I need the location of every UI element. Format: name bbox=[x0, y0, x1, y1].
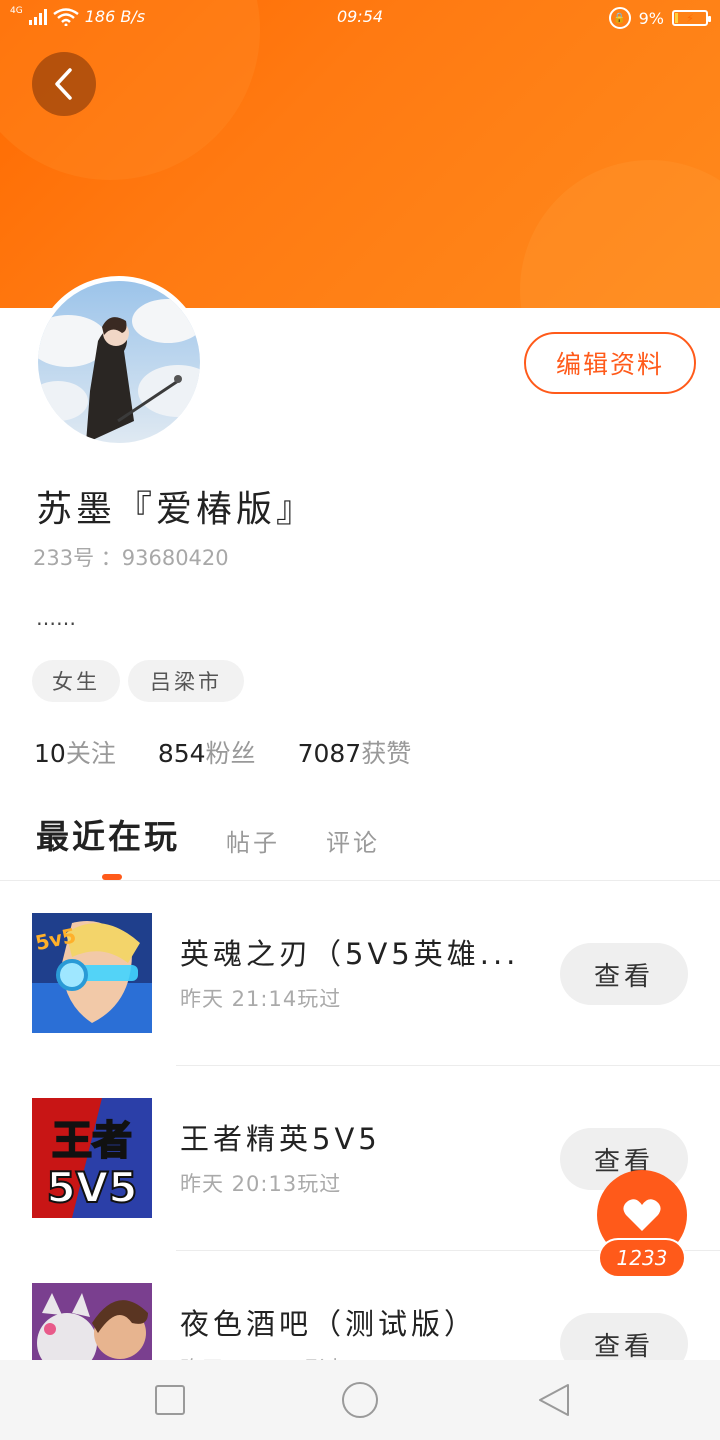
charging-icon: ⚡ bbox=[686, 11, 694, 25]
game-title: 王者精英5V5 bbox=[180, 1122, 381, 1156]
profile-tabs: 最近在玩 帖子 评论 bbox=[36, 810, 426, 858]
gender-tag: 女生 bbox=[32, 660, 120, 702]
list-item[interactable]: 5v5 英魂之刃（5V5英雄... 昨天 21:14玩过 查看 bbox=[0, 913, 720, 1097]
game-title: 英魂之刃（5V5英雄... bbox=[180, 937, 520, 971]
rotation-lock-icon: 🔒 bbox=[608, 7, 631, 29]
bio: …… bbox=[36, 606, 76, 630]
avatar[interactable] bbox=[33, 276, 205, 448]
tab-recent-played[interactable]: 最近在玩 bbox=[36, 810, 180, 858]
battery-icon: ⚡ bbox=[672, 10, 711, 26]
following-count: 10 bbox=[34, 739, 66, 768]
home-button[interactable] bbox=[340, 1380, 380, 1420]
nickname: 苏墨『爱椿版』 bbox=[36, 489, 317, 530]
divider bbox=[176, 1065, 720, 1066]
avatar-image bbox=[38, 281, 200, 443]
likes-count: 7087 bbox=[297, 739, 362, 768]
followers-label: 粉丝 bbox=[205, 739, 256, 768]
battery-percent: 9% bbox=[638, 8, 664, 28]
recent-apps-button[interactable] bbox=[152, 1382, 188, 1418]
city-tag: 吕梁市 bbox=[128, 660, 244, 702]
user-id: 233号 ：93680420 bbox=[33, 546, 229, 570]
tab-posts[interactable]: 帖子 bbox=[226, 823, 280, 858]
view-button[interactable]: 查看 bbox=[560, 943, 688, 1005]
like-count: 1233 bbox=[598, 1238, 686, 1278]
edit-profile-button[interactable]: 编辑资料 bbox=[524, 332, 696, 394]
likes-stat[interactable]: 7087获赞 bbox=[298, 734, 412, 770]
divider bbox=[0, 880, 720, 881]
battery-level bbox=[675, 13, 678, 23]
back-nav-button[interactable] bbox=[536, 1382, 572, 1418]
game-icon-hero-5v5: 5v5 bbox=[32, 913, 152, 1033]
game-played-time: 昨天 21:14玩过 bbox=[180, 987, 342, 1011]
status-bar: 4G 186 B/s 09:54 🔒 9% ⚡ bbox=[0, 0, 720, 36]
stats-row: 10关注 854粉丝 7087获赞 bbox=[34, 734, 411, 770]
likes-label: 获赞 bbox=[361, 739, 412, 768]
game-played-time: 昨天 20:13玩过 bbox=[180, 1172, 342, 1196]
svg-text:王者: 王者 bbox=[52, 1118, 132, 1164]
heart-icon bbox=[623, 1199, 661, 1231]
banner-decoration bbox=[520, 160, 720, 308]
tab-comments[interactable]: 评论 bbox=[326, 823, 380, 858]
back-button[interactable] bbox=[32, 52, 96, 116]
game-icon-king-5v5: 王者 5V5 bbox=[32, 1098, 152, 1218]
system-nav-bar bbox=[0, 1360, 720, 1440]
game-title: 夜色酒吧（测试版） bbox=[180, 1307, 478, 1341]
following-stat[interactable]: 10关注 bbox=[34, 734, 116, 770]
profile-header-banner bbox=[0, 0, 720, 308]
followers-count: 854 bbox=[157, 739, 206, 768]
chevron-left-icon bbox=[55, 68, 72, 100]
following-label: 关注 bbox=[65, 739, 116, 768]
svg-text:5V5: 5V5 bbox=[47, 1163, 138, 1212]
followers-stat[interactable]: 854粉丝 bbox=[158, 734, 256, 770]
